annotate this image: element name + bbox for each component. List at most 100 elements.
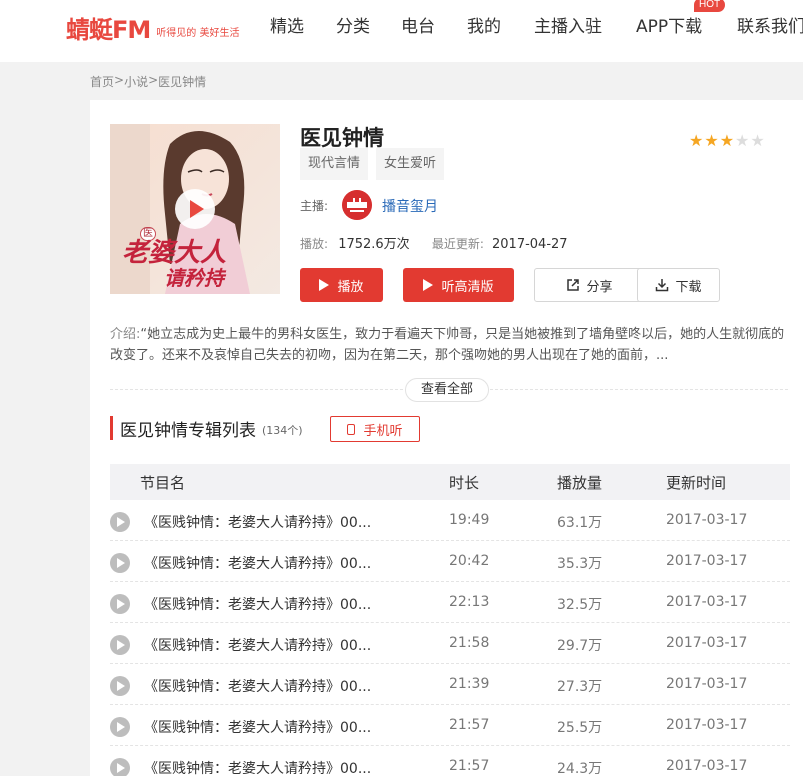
hot-badge: HOT — [694, 0, 726, 12]
episode-date: 2017-03-17 — [666, 553, 748, 569]
episode-title-link[interactable]: 《医贱钟情：老婆大人请矜持》00... — [144, 758, 371, 776]
play-button[interactable]: 播放 — [300, 268, 383, 302]
episode-plays: 32.5万 — [557, 597, 603, 613]
rating-stars: ★ ★ ★ ★ ★ — [689, 133, 765, 149]
episode-plays: 35.3万 — [557, 556, 603, 572]
breadcrumb-novel[interactable]: 小说 — [124, 73, 148, 90]
col-duration: 时长 — [449, 474, 480, 492]
download-button-label: 下载 — [675, 279, 702, 295]
intro-label: 介绍: — [110, 327, 141, 342]
episode-date: 2017-03-17 — [666, 758, 748, 774]
breadcrumb-home[interactable]: 首页 — [90, 73, 114, 90]
updated-date: 2017-04-27 — [492, 237, 568, 252]
nav-item-contact[interactable]: 联系我们 — [737, 12, 803, 37]
table-row[interactable]: 《医贱钟情：老婆大人请矜持》00... 22:13 32.5万 2017-03-17 — [110, 582, 790, 623]
album-cover[interactable]: 医 老婆大人 请矜持 — [110, 124, 280, 294]
logo-slogan: 听得见的 美好生活 — [156, 27, 240, 39]
episode-table-header: 节目名 时长 播放量 更新时间 — [110, 464, 790, 500]
episode-title-link[interactable]: 《医贱钟情：老婆大人请矜持》00... — [144, 594, 371, 614]
episode-title-link[interactable]: 《医贱钟情：老婆大人请矜持》00... — [144, 553, 371, 573]
view-all-button[interactable]: 查看全部 — [405, 378, 489, 402]
intro-text: “她立志成为史上最牛的男科女医生，致力于看遍天下帅哥，只是当她被推到了墙角壁咚以… — [110, 327, 785, 363]
episode-title-link[interactable]: 《医贱钟情：老婆大人请矜持》00... — [144, 676, 371, 696]
section-accent-bar — [110, 416, 113, 440]
logo-text: 蜻蜓FM — [66, 15, 151, 44]
nav-item-featured[interactable]: 精选 — [270, 12, 304, 37]
nav-item-radio[interactable]: 电台 — [401, 12, 435, 37]
episode-plays: 24.3万 — [557, 761, 603, 776]
table-row[interactable]: 《医贱钟情：老婆大人请矜持》00... 19:49 63.1万 2017-03-17 — [110, 500, 790, 541]
episode-date: 2017-03-17 — [666, 635, 748, 651]
cover-play-icon[interactable] — [175, 189, 215, 229]
star-empty-icon: ★ — [735, 131, 750, 150]
episode-duration: 21:57 — [449, 717, 490, 733]
episode-duration: 21:58 — [449, 635, 490, 651]
host-name-link[interactable]: 播音玺月 — [382, 196, 438, 216]
mobile-listen-button[interactable]: 手机听 — [330, 416, 420, 442]
share-button-label: 分享 — [586, 279, 613, 295]
episode-duration: 19:49 — [449, 512, 490, 528]
phone-icon — [347, 423, 356, 435]
breadcrumb-current: 医见钟情 — [158, 75, 207, 89]
table-row[interactable]: 《医贱钟情：老婆大人请矜持》00... 21:58 29.7万 2017-03-17 — [110, 623, 790, 664]
episode-list-header: 医见钟情专辑列表 (134个) — [110, 416, 303, 441]
episode-plays: 25.5万 — [557, 720, 603, 736]
episode-duration: 22:13 — [449, 594, 490, 610]
episode-title-link[interactable]: 《医贱钟情：老婆大人请矜持》00... — [144, 717, 371, 737]
episode-title-link[interactable]: 《医贱钟情：老婆大人请矜持》00... — [144, 635, 371, 655]
album-intro: 介绍:“她立志成为史上最牛的男科女医生，致力于看遍天下帅哥，只是当她被推到了墙角… — [110, 324, 788, 366]
share-icon — [567, 279, 580, 291]
episode-duration: 21:39 — [449, 676, 490, 692]
episode-plays: 63.1万 — [557, 515, 603, 531]
episode-date: 2017-03-17 — [666, 717, 748, 733]
hq-play-button[interactable]: 听高清版 — [403, 268, 514, 302]
star-filled-icon: ★ — [689, 131, 704, 150]
tag-modern-romance[interactable]: 现代言情 — [300, 148, 369, 180]
episode-play-icon[interactable] — [110, 594, 130, 614]
hq-play-button-label: 听高清版 — [441, 279, 494, 295]
host-avatar[interactable] — [342, 190, 372, 220]
table-row[interactable]: 《医贱钟情：老婆大人请矜持》00... 21:57 25.5万 2017-03-17 — [110, 705, 790, 746]
logo[interactable]: 蜻蜓FM 听得见的 美好生活 — [66, 10, 239, 44]
download-button[interactable]: 下载 — [637, 268, 720, 302]
episode-play-icon[interactable] — [110, 758, 130, 776]
episode-date: 2017-03-17 — [666, 676, 748, 692]
episode-play-icon[interactable] — [110, 676, 130, 696]
nav-item-categories[interactable]: 分类 — [336, 12, 370, 37]
col-name: 节目名 — [140, 474, 186, 492]
episode-date: 2017-03-17 — [666, 512, 748, 528]
table-row[interactable]: 《医贱钟情：老婆大人请矜持》00... 20:42 35.3万 2017-03-17 — [110, 541, 790, 582]
episode-title-link[interactable]: 《医贱钟情：老婆大人请矜持》00... — [144, 512, 371, 532]
episode-list-title: 医见钟情专辑列表 — [120, 420, 256, 441]
nav-item-mine[interactable]: 我的 — [467, 12, 501, 37]
episode-play-icon[interactable] — [110, 553, 130, 573]
album-stats: 播放: 1752.6万次 最近更新: 2017-04-27 — [300, 233, 568, 252]
share-button[interactable]: 分享 — [534, 268, 645, 302]
host-avatar-image — [342, 190, 372, 220]
episode-plays: 29.7万 — [557, 638, 603, 654]
table-row[interactable]: 《医贱钟情：老婆大人请矜持》00... 21:57 24.3万 2017-03-17 — [110, 746, 790, 776]
table-row[interactable]: 《医贱钟情：老婆大人请矜持》00... 21:39 27.3万 2017-03-17 — [110, 664, 790, 705]
nav-item-app-download[interactable]: APP下载 — [636, 12, 702, 37]
host-label: 主播: — [300, 199, 329, 213]
episode-play-icon[interactable] — [110, 635, 130, 655]
episode-play-icon[interactable] — [110, 512, 130, 532]
updated-label: 最近更新: — [431, 237, 484, 251]
breadcrumb-sep: > — [114, 73, 125, 87]
nav-item-host-join[interactable]: 主播入驻 — [534, 12, 602, 37]
episode-duration: 20:42 — [449, 553, 490, 569]
episode-duration: 21:57 — [449, 758, 490, 774]
plays-count: 1752.6万次 — [338, 237, 410, 252]
play-icon — [423, 279, 434, 291]
episode-count: (134个) — [262, 424, 303, 437]
top-bar: 蜻蜓FM 听得见的 美好生活 精选 分类 电台 我的 主播入驻 APP下载 HO… — [0, 0, 803, 62]
breadcrumb: 首页 > 小说 > 医见钟情 — [90, 73, 206, 90]
download-icon — [656, 279, 669, 292]
star-empty-icon: ★ — [750, 131, 765, 150]
mobile-listen-label: 手机听 — [363, 423, 403, 439]
episode-play-icon[interactable] — [110, 717, 130, 737]
tag-female-favorite[interactable]: 女生爱听 — [376, 148, 445, 180]
plays-label: 播放: — [300, 237, 329, 251]
play-icon — [319, 279, 330, 291]
cover-title-line2: 请矜持 — [164, 266, 224, 290]
